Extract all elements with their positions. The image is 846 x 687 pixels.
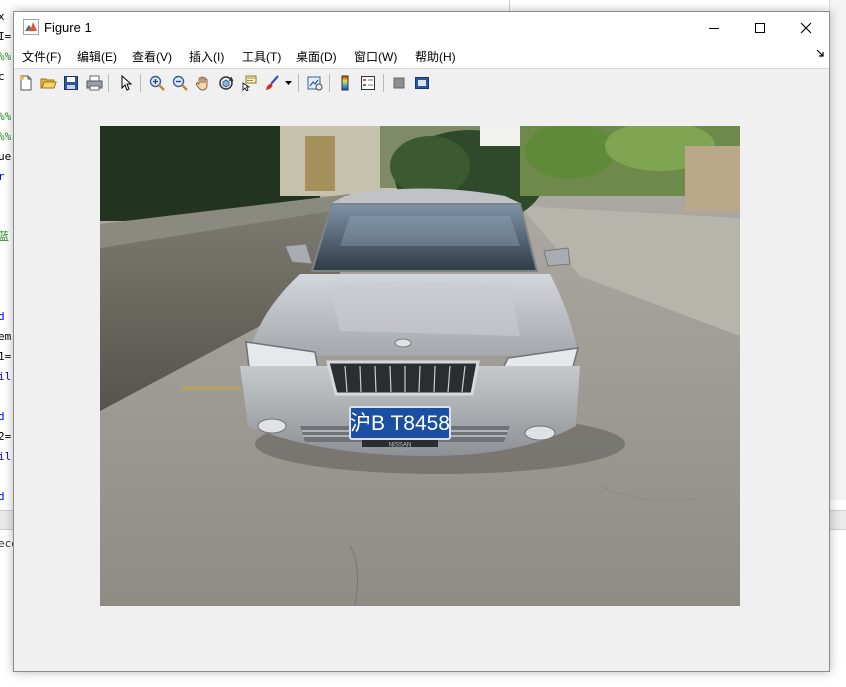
plate-badge-text: NISSAN [389, 443, 411, 449]
minimize-button[interactable] [691, 12, 737, 43]
toolbar-separator [140, 74, 141, 92]
close-button[interactable] [783, 12, 829, 43]
print-icon[interactable] [84, 73, 104, 93]
menu-window[interactable]: 窗口(W) [354, 48, 397, 65]
data-cursor-icon[interactable] [239, 73, 259, 93]
license-plate-text: 沪B T8458 [350, 412, 450, 435]
displayed-image[interactable]: 沪B T8458 NISSAN [100, 126, 740, 606]
maximize-button[interactable] [737, 12, 783, 43]
select-arrow-icon[interactable] [116, 73, 136, 93]
matlab-figure-icon [23, 19, 39, 35]
minimize-icon [708, 22, 720, 34]
command-window-text: eco [0, 537, 14, 550]
window-title: Figure 1 [44, 20, 92, 35]
car-photo: 沪B T8458 NISSAN [100, 126, 740, 606]
open-file-icon[interactable] [38, 73, 58, 93]
toolbar-separator [329, 74, 330, 92]
figure-toolbar [14, 68, 829, 98]
toolbar-separator [108, 74, 109, 92]
menu-desktop[interactable]: 桌面(D) [296, 48, 337, 65]
menu-edit[interactable]: 编辑(E) [77, 48, 117, 65]
toolbar-separator [298, 74, 299, 92]
close-icon [800, 22, 812, 34]
rotate-3d-icon[interactable] [216, 73, 236, 93]
show-plot-tools-icon[interactable] [412, 73, 432, 93]
link-plot-icon[interactable] [304, 73, 324, 93]
brush-icon[interactable] [262, 73, 282, 93]
menu-file[interactable]: 文件(F) [22, 48, 61, 65]
title-bar[interactable]: Figure 1 [14, 12, 829, 43]
menu-tools[interactable]: 工具(T) [242, 48, 281, 65]
menu-insert[interactable]: 插入(I) [189, 48, 224, 65]
menu-help[interactable]: 帮助(H) [415, 48, 456, 65]
pan-hand-icon[interactable] [193, 73, 213, 93]
figure-window: Figure 1 文件(F) 编辑(E) 查看(V) 插入(I) 工具(T) 桌… [13, 11, 830, 672]
maximize-icon [754, 22, 766, 34]
hide-plot-tools-icon[interactable] [389, 73, 409, 93]
toolbar-separator [383, 74, 384, 92]
new-figure-icon[interactable] [16, 73, 36, 93]
zoom-out-icon[interactable] [170, 73, 190, 93]
insert-legend-icon[interactable] [358, 73, 378, 93]
save-icon[interactable] [61, 73, 81, 93]
menu-bar: 文件(F) 编辑(E) 查看(V) 插入(I) 工具(T) 桌面(D) 窗口(W… [14, 43, 829, 68]
insert-colorbar-icon[interactable] [335, 73, 355, 93]
editor-side-panel [829, 0, 846, 500]
dock-arrow-icon[interactable] [816, 49, 825, 61]
brush-dropdown-icon[interactable] [283, 73, 293, 93]
zoom-in-icon[interactable] [147, 73, 167, 93]
menu-view[interactable]: 查看(V) [132, 48, 172, 65]
